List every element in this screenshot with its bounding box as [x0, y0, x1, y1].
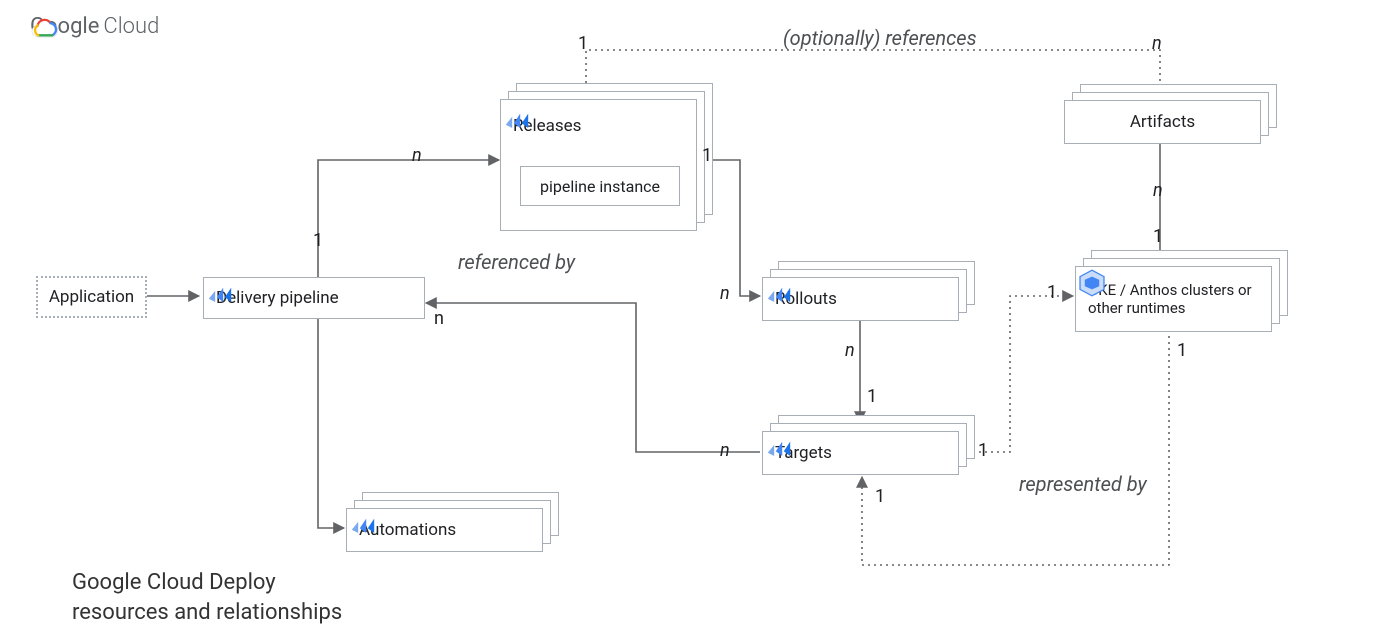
card-releases-right-one: 1: [702, 145, 712, 166]
caption-line2: resources and relationships: [72, 600, 342, 625]
card-gke-left-one: 1: [1047, 282, 1057, 303]
card-artifacts-bottom-n: n: [1153, 180, 1163, 201]
node-application-label: Application: [49, 287, 134, 307]
card-gke-bottom-one: 1: [1177, 340, 1187, 361]
node-delivery-pipeline: Delivery pipeline: [203, 277, 425, 319]
card-rollouts-left-n: n: [720, 283, 730, 304]
card-rollouts-n-down: n: [845, 340, 855, 361]
card-artifacts-top-n: n: [1152, 33, 1162, 54]
node-automations: Automations: [346, 508, 543, 552]
node-targets: Targets: [762, 431, 959, 475]
edge-label-opt-references: (optionally) references: [783, 26, 977, 50]
delivery-pipeline-icon: [204, 278, 236, 310]
brand-cloud-text: Cloud: [103, 14, 159, 39]
caption-line1: Google Cloud Deploy: [72, 570, 276, 595]
node-pipeline-instance-label: pipeline instance: [540, 177, 660, 196]
node-rollouts: Rollouts: [762, 277, 959, 321]
releases-icon: [501, 104, 533, 136]
node-application: Application: [36, 276, 147, 318]
edge-label-represented-by: represented by: [1019, 472, 1147, 496]
card-dp-one: 1: [313, 230, 323, 251]
edge-label-referenced-by: referenced by: [458, 250, 575, 274]
card-dp-right-n: n: [434, 308, 444, 329]
rollouts-icon: [763, 278, 795, 310]
node-runtimes: GKE / Anthos clusters or other runtimes: [1075, 266, 1272, 332]
targets-icon: [763, 432, 795, 464]
node-artifacts-label: Artifacts: [1130, 112, 1195, 132]
card-dp-releases-n: n: [412, 145, 422, 166]
card-releases-top-one: 1: [578, 33, 588, 54]
node-artifacts: Artifacts: [1064, 100, 1261, 144]
google-cloud-logo: Google Cloud: [30, 14, 159, 39]
card-targets-left-n: n: [720, 440, 730, 461]
kubernetes-icon: [1076, 267, 1108, 299]
card-targets-right-one: 1: [978, 440, 988, 461]
automations-icon: [347, 509, 379, 541]
node-releases: Releases: [500, 99, 697, 231]
node-pipeline-instance: pipeline instance: [520, 166, 680, 206]
card-targets-top-one: 1: [867, 386, 877, 407]
card-gke-top-one: 1: [1153, 226, 1163, 247]
node-runtimes-label: GKE / Anthos clusters or other runtimes: [1088, 281, 1261, 317]
card-targets-bottom-one: 1: [875, 486, 885, 507]
cloud-logo-icon: [30, 14, 58, 38]
